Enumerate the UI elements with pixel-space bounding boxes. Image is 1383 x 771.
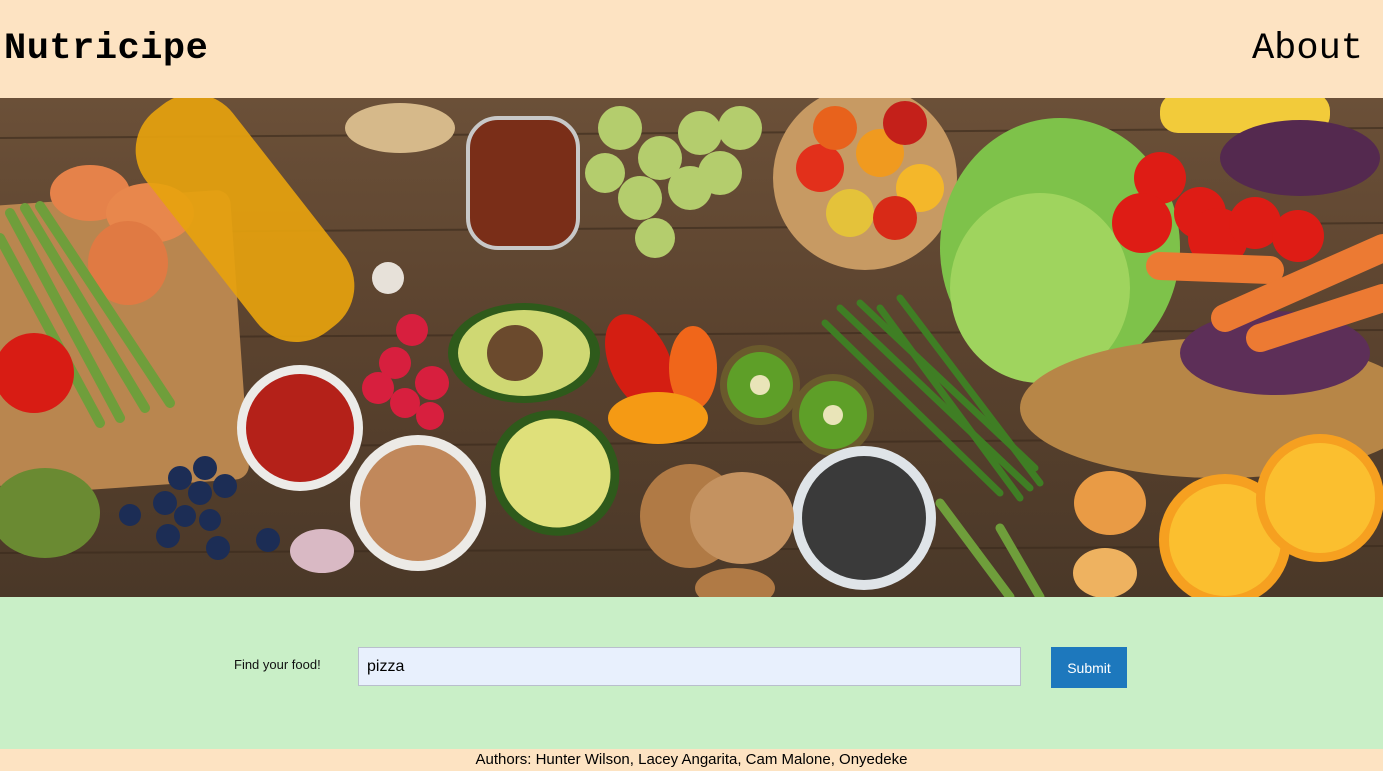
hero-banner-image	[0, 98, 1383, 597]
site-header: Nutricipe About	[0, 0, 1383, 98]
footer-authors: Authors: Hunter Wilson, Lacey Angarita, …	[0, 749, 1383, 771]
food-spread-illustration	[0, 98, 1383, 597]
brand-logo[interactable]: Nutricipe	[4, 28, 208, 70]
food-search-input[interactable]	[358, 647, 1021, 686]
search-section: Find your food! Submit	[0, 597, 1383, 749]
submit-button[interactable]: Submit	[1051, 647, 1127, 688]
search-label: Find your food!	[234, 657, 321, 672]
nav-about-link[interactable]: About	[1252, 28, 1363, 70]
